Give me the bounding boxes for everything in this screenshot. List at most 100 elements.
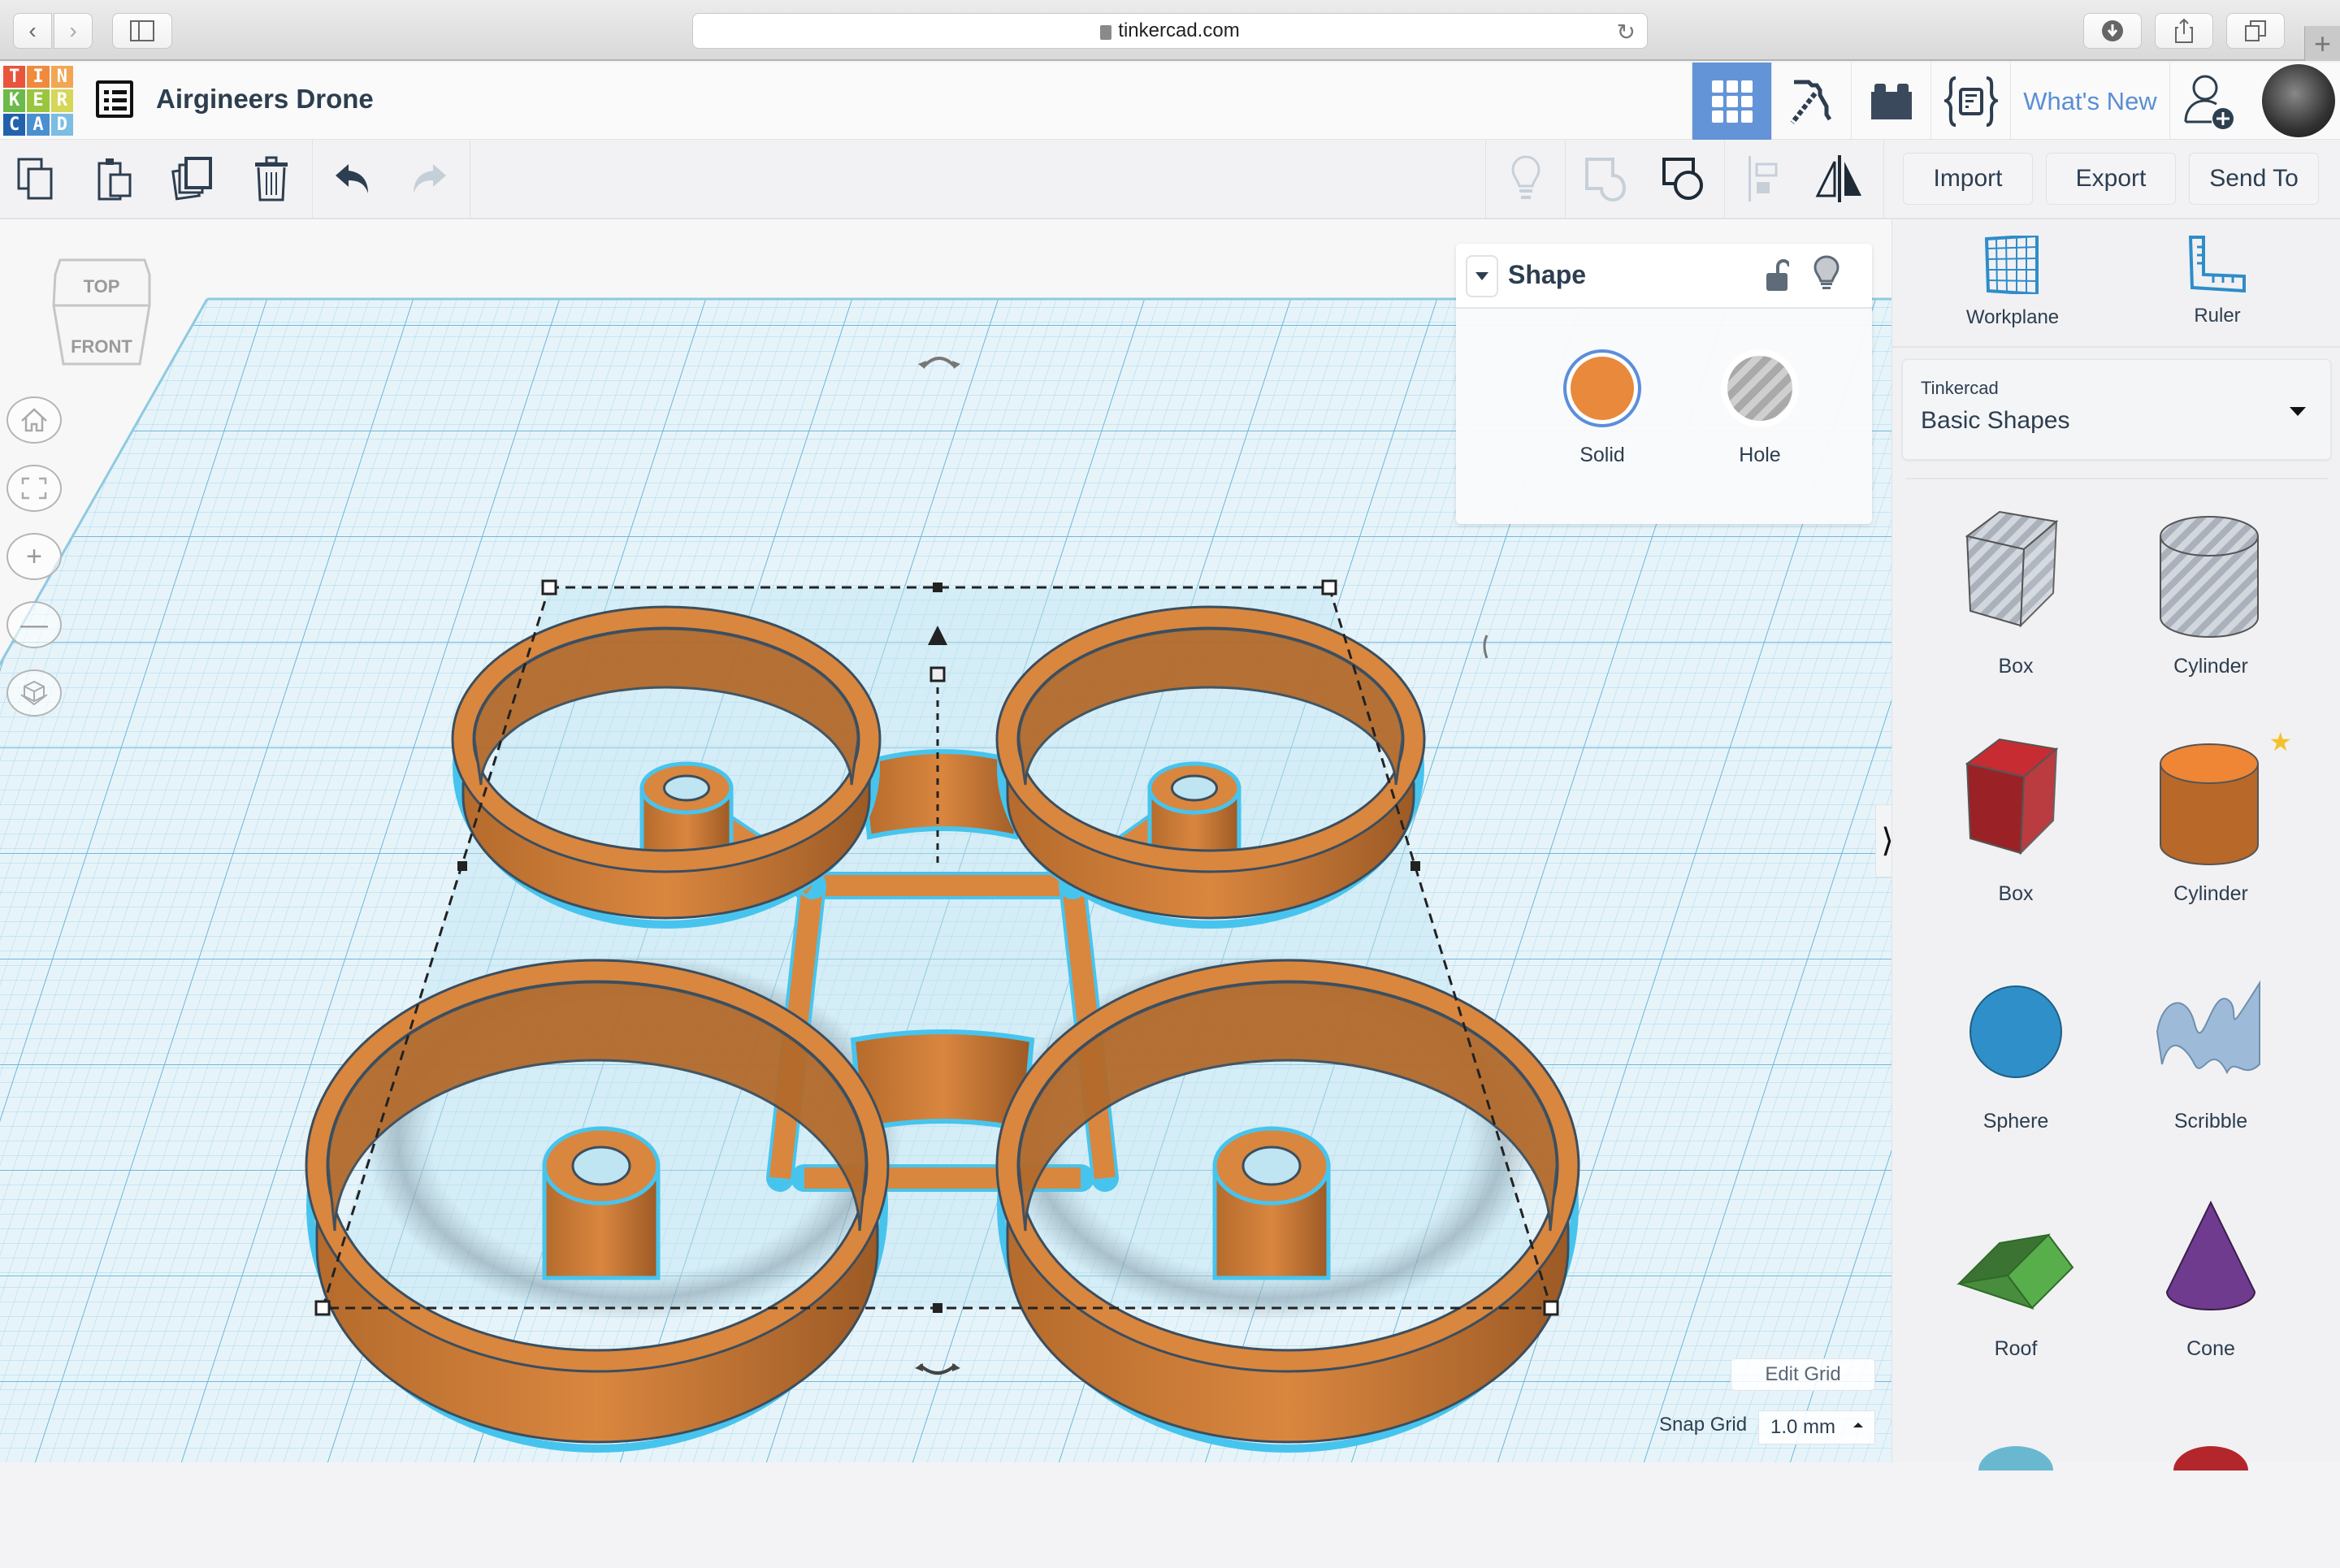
logo-letter: N (50, 66, 73, 89)
redo-button[interactable] (403, 153, 455, 205)
align-button[interactable] (1737, 153, 1789, 205)
chevron-left-icon: ‹ (28, 18, 37, 43)
snap-grid-value: 1.0 mm (1770, 1416, 1836, 1438)
invite-user-button[interactable] (2169, 63, 2249, 140)
resize-handle[interactable] (1543, 1300, 1559, 1316)
lightbulb-icon (1511, 155, 1540, 199)
download-icon (2102, 20, 2123, 41)
ruler-tool[interactable]: Ruler (2144, 236, 2290, 327)
forward-button[interactable]: › (54, 13, 93, 49)
shape-library-select[interactable]: Tinkercad Basic Shapes (1902, 359, 2331, 460)
shape-box[interactable]: Box (1935, 731, 2097, 906)
shape-label: Cylinder (2173, 882, 2248, 905)
share-icon (2175, 18, 2193, 43)
ruler-icon (2188, 236, 2246, 293)
inspector-collapse-button[interactable] (1466, 255, 1498, 297)
library-value: Basic Shapes (1921, 407, 2070, 434)
undo-button[interactable] (327, 153, 379, 205)
new-tab-button[interactable]: + (2304, 26, 2340, 61)
delete-button[interactable] (245, 153, 297, 205)
resize-handle[interactable] (1410, 861, 1420, 871)
shape-scribble[interactable]: Scribble (2130, 959, 2292, 1133)
ungroup-button[interactable] (1658, 153, 1710, 205)
nav-3d-design[interactable] (1692, 63, 1771, 140)
height-handle[interactable] (930, 666, 946, 682)
box-hole-thumbnail (1943, 504, 2089, 650)
back-button[interactable]: ‹ (13, 13, 52, 49)
shape-inspector: Shape Solid Hole (1456, 244, 1872, 524)
shape-label: Scribble (2173, 1110, 2248, 1133)
import-button[interactable]: Import (1903, 153, 2033, 205)
chevron-right-icon: › (69, 18, 77, 43)
zoom-out-button[interactable]: — (6, 601, 62, 648)
partial-thumbnail (2138, 1422, 2284, 1568)
nav-bricks[interactable] (1851, 63, 1930, 140)
resize-handle[interactable] (933, 1303, 942, 1313)
ungroup-icon (1662, 158, 1703, 200)
group-button[interactable] (1580, 153, 1632, 205)
address-bar[interactable]: tinkercad.com ↻ (692, 13, 1648, 49)
solid-label: Solid (1580, 444, 1625, 466)
design-title[interactable]: Airgineers Drone (156, 84, 374, 115)
mirror-button[interactable] (1814, 153, 1866, 205)
motor-mount-hole (1171, 774, 1218, 802)
perspective-button[interactable] (6, 669, 62, 717)
download-button[interactable] (2083, 13, 2142, 49)
whats-new-link[interactable]: What's New (2010, 63, 2169, 140)
shape-roof[interactable]: Roof (1935, 1186, 2097, 1361)
user-avatar[interactable] (2262, 64, 2335, 137)
solid-option[interactable]: Solid (1554, 349, 1651, 467)
logo-letter: C (3, 113, 26, 136)
duplicate-button[interactable] (167, 153, 219, 205)
nav-codeblocks[interactable] (1930, 63, 2010, 140)
partial-thumbnail (1943, 1422, 2089, 1568)
share-button[interactable] (2155, 13, 2213, 49)
logo-letter: A (27, 113, 50, 136)
tabs-button[interactable] (2226, 13, 2285, 49)
unlock-icon[interactable] (1765, 258, 1789, 292)
resize-handle[interactable] (314, 1300, 331, 1316)
send-to-button[interactable]: Send To (2189, 153, 2319, 205)
shape-cone[interactable]: Cone (2130, 1186, 2292, 1361)
notes-button[interactable] (1500, 153, 1552, 205)
snap-grid-select[interactable]: 1.0 mm (1758, 1410, 1875, 1445)
shape-sphere[interactable]: Sphere (1935, 959, 2097, 1133)
shape-partial[interactable] (1935, 1422, 2097, 1568)
caret-up-icon (1853, 1423, 1863, 1427)
nav-minecraft[interactable] (1771, 63, 1851, 140)
copy-button[interactable] (11, 153, 63, 205)
paste-button[interactable] (89, 153, 141, 205)
fit-view-button[interactable] (6, 465, 62, 512)
resize-handle[interactable] (457, 861, 467, 871)
resize-handle[interactable] (933, 583, 942, 592)
export-button[interactable]: Export (2046, 153, 2176, 205)
shape-label: Box (1998, 655, 2034, 678)
zoom-in-button[interactable]: + (6, 533, 62, 580)
shape-cylinder-hole[interactable]: Cylinder (2130, 504, 2292, 678)
shape-partial[interactable] (2130, 1422, 2292, 1568)
workplane-tool[interactable]: Workplane (1939, 233, 2086, 329)
workplane-label: Workplane (1965, 306, 2060, 328)
undo-icon (336, 164, 368, 193)
redo-icon (414, 164, 446, 193)
tinkercad-logo[interactable]: TIN KER CAD (3, 66, 73, 136)
url-text: tinkercad.com (1118, 19, 1240, 41)
plus-icon: + (26, 540, 42, 572)
edit-grid-button[interactable]: Edit Grid (1731, 1358, 1875, 1391)
sidebar-toggle-button[interactable] (112, 13, 172, 49)
hole-option[interactable]: Hole (1711, 349, 1809, 467)
view-cube[interactable]: TOP FRONT (49, 258, 154, 380)
copy-icon (17, 158, 53, 200)
resize-handle[interactable] (541, 579, 557, 596)
shape-cylinder[interactable]: ★ Cylinder (2130, 727, 2292, 906)
design-list-icon[interactable] (96, 80, 133, 118)
sidebar-icon (130, 20, 154, 41)
lightbulb-icon[interactable] (1814, 255, 1840, 291)
cone-thumbnail (2138, 1186, 2284, 1332)
reload-icon[interactable]: ↻ (1617, 19, 1636, 45)
resize-handle[interactable] (1321, 579, 1337, 596)
hole-label: Hole (1739, 444, 1781, 466)
cube-icon (20, 680, 48, 706)
shape-box-hole[interactable]: Box (1935, 504, 2097, 678)
home-view-button[interactable] (6, 396, 62, 444)
